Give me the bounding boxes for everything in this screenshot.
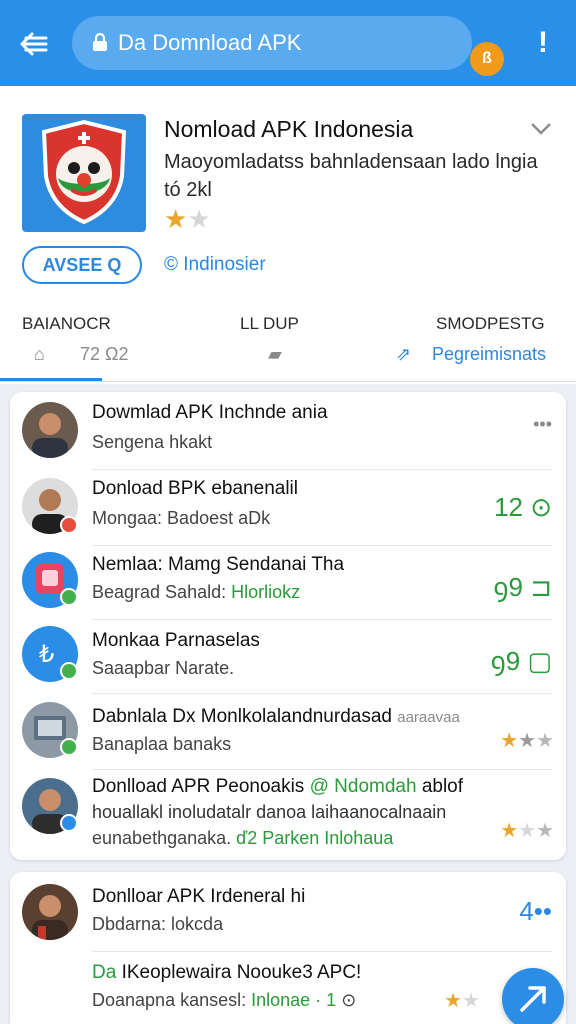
item-subtitle: eunabethganaka. ď2 Parken Inlohaua	[92, 828, 393, 849]
more-icon[interactable]: •••	[533, 414, 552, 435]
star-filled-icon: ★	[444, 990, 463, 1012]
item-subtitle: Mongaa: Badoest aDk	[92, 508, 271, 528]
list-item[interactable]: Nemlaa: Mamg Sendanai Tha Beagrad Sahald…	[10, 546, 566, 620]
item-title: Monkaa Parnaselas	[92, 630, 260, 651]
install-button[interactable]: AVSEE Q	[22, 246, 142, 284]
star-filled-icon: ★	[500, 730, 519, 752]
tab-icon-row-mid: 72 Ω2	[80, 344, 129, 364]
item-subtitle: Beagrad Sahald: Hlorliokz	[92, 582, 300, 603]
status-badge	[60, 516, 78, 534]
item-count: 12 ⊙	[494, 492, 552, 522]
list-item[interactable]: Da IKeoplewaira Noouke3 APC! Doanapna ka…	[10, 952, 566, 1024]
star-empty-icon: ★	[518, 730, 537, 752]
item-subtitle: Sengena hkakt	[92, 432, 213, 452]
item-title-text: Dabnlala Dx Monlkolalandnurdasad	[92, 706, 392, 727]
item-subtitle-green: Hlorliokz	[231, 582, 301, 602]
item-subtitle-green: ď2 Parken Inlohaua	[236, 828, 394, 848]
item-title: Da IKeoplewaira Noouke3 APC!	[92, 962, 361, 984]
item-subtitle: Dbdarna: lokcda	[92, 914, 224, 934]
item-subtitle-text: eunabethganaka.	[92, 828, 232, 848]
home-icon[interactable]: ⌂	[34, 344, 45, 365]
item-subtitle: Banaplaa banaks	[92, 734, 232, 754]
item-title: Dabnlala Dx Monlkolalandnurdasad aaraava…	[92, 706, 460, 728]
item-rating: ★★★	[500, 728, 554, 754]
star-empty-icon: ★	[462, 990, 480, 1012]
app-icon	[22, 114, 146, 232]
item-subtitle-green: Inlonae · 1	[251, 990, 337, 1010]
chevron-down-icon[interactable]	[530, 122, 552, 136]
item-subtitle-end: ⊙	[341, 990, 357, 1010]
list-item[interactable]: Donload BPK ebanenalil Mongaa: Badoest a…	[10, 470, 566, 546]
lock-icon	[93, 33, 107, 51]
star-empty-icon: ★	[187, 204, 211, 234]
item-subtitle: Doanapna kansesl: Inlonae · 1 ⊙	[92, 990, 356, 1011]
status-badge	[60, 588, 78, 606]
item-title-green: @ Ndomdah	[309, 776, 417, 797]
share-fab-button[interactable]	[502, 968, 564, 1024]
app-list-card: Donlloar APK Irdeneral hi Dbdarna: lokcd…	[10, 872, 566, 1024]
back-menu-icon[interactable]	[18, 28, 50, 60]
status-badge	[60, 738, 78, 756]
tab-1[interactable]: BAIANOCR	[22, 314, 111, 334]
clown-shield-icon	[41, 119, 127, 225]
item-line2: houallakl inoludatalr danoa laihaanocaln…	[92, 802, 447, 822]
status-badge	[60, 662, 78, 680]
share-icon[interactable]: ⇗	[396, 344, 411, 365]
tab-3[interactable]: SMODPESTG	[436, 314, 545, 334]
avatar	[22, 402, 78, 458]
item-title: Donlload APR Peonoakis @ Ndomdah ablof	[92, 776, 463, 798]
item-subtitle-text: Doanapna kansesl:	[92, 990, 247, 1010]
item-count: ꝯ9 ⊐	[493, 572, 552, 602]
item-title-text: IKeoplewaira Noouke3 APC!	[121, 962, 362, 983]
svg-text:₺: ₺	[39, 640, 54, 668]
item-count: ꝯ9 ▢	[490, 646, 552, 676]
divider	[0, 381, 576, 382]
app-title: Nomload APK Indonesia	[164, 116, 414, 142]
star-filled-icon: ★	[500, 820, 519, 842]
item-title-end: ablof	[421, 776, 464, 797]
list-item[interactable]: Dabnlala Dx Monlkolalandnurdasad aaraava…	[10, 694, 566, 770]
list-item[interactable]: Dowmlad APK Inchnde ania Sengena hkakt •…	[10, 392, 566, 470]
more-options-icon[interactable]: !	[532, 26, 554, 60]
item-title-text: Donlload APR Peonoakis	[92, 776, 305, 797]
item-count: 4••	[519, 896, 552, 926]
top-app-bar: Da Domnload APK ß !	[0, 0, 576, 86]
list-item[interactable]: Donlloar APK Irdeneral hi Dbdarna: lokcd…	[10, 872, 566, 952]
search-bar[interactable]: Da Domnload APK ß	[72, 16, 504, 76]
item-subtitle: Saaapbar Narate.	[92, 658, 235, 678]
star-empty-icon: ★	[536, 730, 554, 752]
app-description: Maoyomladatss bahnladensaan lado lngia t…	[164, 151, 538, 201]
item-title-green: Da	[92, 962, 117, 983]
star-empty-icon: ★	[518, 820, 537, 842]
tab-2[interactable]: LL DUP	[240, 314, 299, 334]
send-arrow-icon	[520, 986, 546, 1012]
list-item[interactable]: Donlload APR Peonoakis @ Ndomdah ablof h…	[10, 770, 566, 860]
app-list-card: Dowmlad APK Inchnde ania Sengena hkakt •…	[10, 392, 566, 860]
profile-badge-icon[interactable]: ß	[470, 42, 504, 76]
star-empty-icon: ★	[536, 820, 554, 842]
folder-icon[interactable]: ▰	[268, 344, 282, 365]
developer-link[interactable]: © Indinosier	[164, 254, 266, 276]
list-item[interactable]: ₺ Monkaa Parnaselas Saaapbar Narate. ꝯ9 …	[10, 620, 566, 694]
item-rating: ★★★	[500, 818, 554, 844]
item-title-gray: aaraavaa	[397, 709, 460, 726]
item-title: Dowmlad APK Inchnde ania	[92, 402, 328, 423]
avatar	[22, 884, 78, 940]
status-badge	[60, 814, 78, 832]
item-subtitle-text: Beagrad Sahald:	[92, 582, 227, 602]
item-title: Donlloar APK Irdeneral hi	[92, 886, 306, 907]
item-title: Nemlaa: Mamg Sendanai Tha	[92, 554, 345, 575]
app-rating: ★★	[164, 206, 211, 233]
tab-active-label[interactable]: Pegreimisnats	[432, 344, 546, 365]
item-rating: ★★	[444, 988, 480, 1014]
app-header: Nomload APK Indonesia Maoyomladatss bahn…	[0, 86, 576, 384]
item-title: Donload BPK ebanenalil	[92, 478, 298, 499]
search-input[interactable]: Da Domnload APK	[118, 30, 301, 56]
star-filled-icon: ★	[164, 204, 188, 234]
